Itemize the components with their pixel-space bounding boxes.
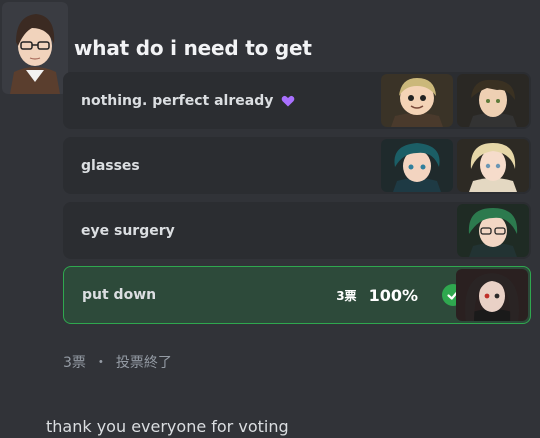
vote-count: 3票 bbox=[336, 288, 357, 303]
answer-label: glasses bbox=[81, 157, 140, 174]
poll-answer-nothing[interactable]: nothing. perfect already bbox=[63, 72, 531, 129]
poll-question: what do i need to get bbox=[74, 36, 312, 60]
character-image bbox=[457, 139, 529, 192]
total-votes: 3票 bbox=[63, 355, 86, 371]
footer-separator: ・ bbox=[93, 355, 108, 371]
vote-result: 3票 100% bbox=[336, 267, 418, 323]
character-image bbox=[457, 204, 529, 257]
poll-answer-put-down[interactable]: put down 3票 100% bbox=[63, 266, 531, 324]
answer-label: put down bbox=[82, 287, 157, 303]
poll-footer: 3票 ・ 投票終了 bbox=[63, 352, 172, 372]
poll-status: 投票終了 bbox=[115, 355, 172, 371]
poll-answer-glasses[interactable]: glasses bbox=[63, 137, 531, 194]
purple-heart-icon bbox=[281, 94, 295, 108]
character-image bbox=[457, 74, 529, 127]
message-text: thank you everyone for voting bbox=[46, 417, 289, 436]
character-image bbox=[381, 139, 453, 192]
answer-label: eye surgery bbox=[81, 222, 175, 239]
vote-percent: 100% bbox=[368, 285, 418, 305]
character-image bbox=[381, 74, 453, 127]
answer-label: nothing. perfect already bbox=[81, 92, 274, 109]
poster-avatar[interactable] bbox=[2, 2, 68, 94]
poll-answer-eye-surgery[interactable]: eye surgery bbox=[63, 202, 531, 259]
character-image bbox=[456, 269, 528, 321]
